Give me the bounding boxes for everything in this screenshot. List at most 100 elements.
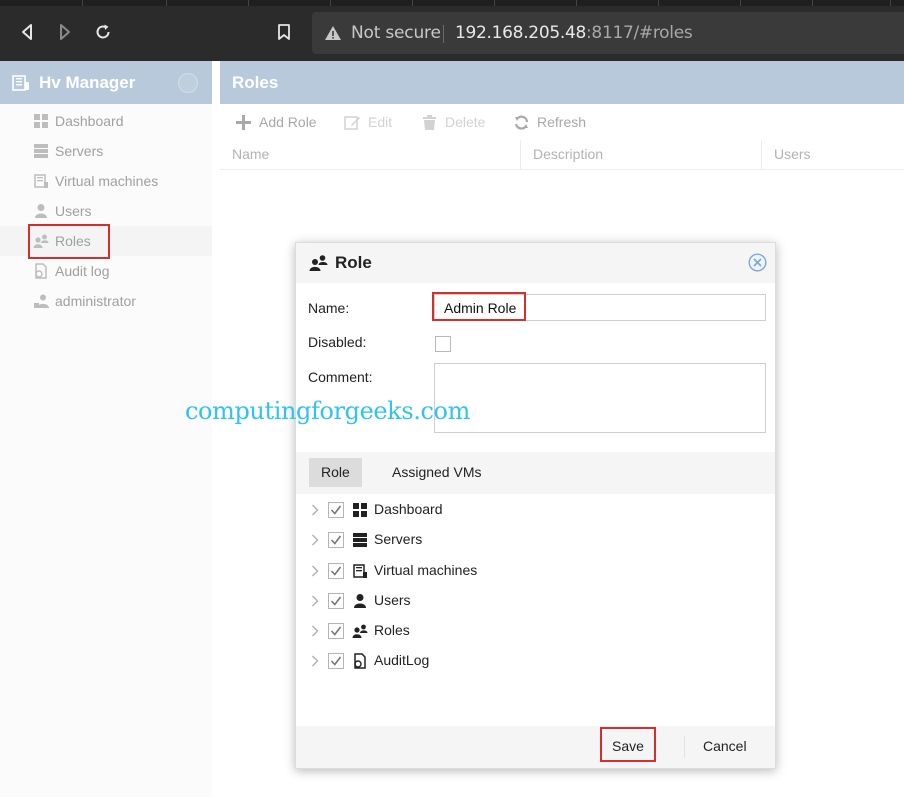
reload-button[interactable]	[91, 20, 115, 44]
sidebar-collapse-toggle[interactable]	[178, 73, 198, 93]
grid-header: Name Description Users	[220, 140, 904, 170]
sidebar-item-label: Roles	[55, 233, 91, 249]
sidebar-item-users[interactable]: Users	[0, 196, 212, 226]
permission-label: Virtual machines	[374, 562, 478, 578]
name-input[interactable]	[434, 294, 766, 321]
security-label: Not secure	[351, 23, 441, 43]
sidebar-item-dashboard[interactable]: Dashboard	[0, 106, 212, 136]
permission-row-dashboard[interactable]: Dashboard	[296, 495, 775, 525]
permission-row-auditlog[interactable]: AuditLog	[296, 646, 775, 676]
permission-label: Roles	[374, 622, 410, 638]
bookmark-icon	[278, 24, 290, 40]
dialog-tab-bar: Role Assigned VMs	[296, 452, 775, 494]
tab-assigned-vms[interactable]: Assigned VMs	[380, 458, 493, 487]
checkmark-icon	[330, 656, 342, 666]
grid-toolbar: Add Role Edit Delete Refresh	[220, 104, 904, 140]
chevron-right-icon[interactable]	[310, 534, 320, 546]
role-dialog: Role Name: Disabled: Comment: Role Assig…	[295, 242, 776, 769]
chevron-right-icon[interactable]	[310, 595, 320, 607]
permission-label: Servers	[374, 531, 423, 547]
save-button[interactable]: Save	[612, 738, 644, 754]
sidebar-item-label: Virtual machines	[55, 173, 159, 189]
permission-checkbox[interactable]	[328, 653, 344, 669]
permission-checkbox[interactable]	[328, 593, 344, 609]
back-button[interactable]	[15, 20, 39, 44]
add-role-button[interactable]: Add Role	[235, 112, 317, 132]
sidebar-item-label: Users	[55, 203, 92, 219]
permission-label: Users	[374, 592, 411, 608]
sidebar-item-audit-log[interactable]: Audit log	[0, 256, 212, 286]
delete-button[interactable]: Delete	[421, 112, 485, 132]
permission-row-users[interactable]: Users	[296, 586, 775, 616]
dashboard-icon	[34, 114, 48, 128]
permission-row-servers[interactable]: Servers	[296, 525, 775, 555]
button-divider	[684, 736, 685, 758]
permission-label: Dashboard	[374, 501, 443, 517]
reload-icon	[96, 24, 110, 39]
user-icon	[35, 204, 47, 218]
sidebar-item-roles[interactable]: Roles	[0, 226, 212, 256]
cancel-button[interactable]: Cancel	[703, 738, 747, 754]
permission-checkbox[interactable]	[328, 563, 344, 579]
permission-checkbox[interactable]	[328, 502, 344, 518]
url-divider	[443, 25, 444, 43]
disabled-checkbox[interactable]	[435, 336, 451, 352]
chevron-right-icon[interactable]	[310, 655, 320, 667]
chevron-right-icon[interactable]	[310, 625, 320, 637]
chevron-right-icon[interactable]	[310, 565, 320, 577]
comment-label: Comment:	[308, 369, 373, 385]
permission-label: AuditLog	[374, 652, 430, 668]
dialog-footer: Save Cancel	[296, 726, 775, 768]
permission-checkbox[interactable]	[328, 532, 344, 548]
server-logo-icon	[12, 75, 29, 91]
column-header-label: Users	[774, 146, 811, 162]
checkmark-icon	[330, 505, 342, 515]
column-header-description[interactable]: Description	[521, 140, 762, 170]
sidebar-item-label: Audit log	[55, 263, 110, 279]
address-bar[interactable]: Not secure 192.168.205.48:8117/#roles	[312, 12, 904, 54]
permission-checkbox[interactable]	[328, 623, 344, 639]
roles-icon	[33, 234, 49, 248]
sidebar-item-label: administrator	[55, 293, 136, 309]
virtual-machines-icon	[353, 564, 367, 578]
sidebar-item-virtual-machines[interactable]: Virtual machines	[0, 166, 212, 196]
sidebar-header: Hv Manager	[0, 61, 212, 104]
dialog-header: Role	[296, 243, 775, 283]
chevron-right-icon[interactable]	[310, 504, 320, 516]
url-path: :8117/#roles	[586, 23, 693, 43]
edit-label: Edit	[368, 114, 393, 130]
column-header-label: Description	[533, 146, 604, 162]
close-icon[interactable]	[748, 253, 767, 272]
edit-icon	[344, 115, 360, 130]
bookmark-button[interactable]	[272, 20, 296, 44]
administrator-icon	[34, 294, 49, 308]
permission-row-roles[interactable]: Roles	[296, 616, 775, 646]
tab-role[interactable]: Role	[309, 458, 362, 487]
servers-icon	[34, 144, 48, 158]
delete-label: Delete	[445, 114, 486, 130]
back-arrow-icon	[22, 24, 32, 40]
forward-button[interactable]	[53, 20, 77, 44]
dialog-title: Role	[335, 253, 372, 272]
browser-toolbar: Not secure 192.168.205.48:8117/#roles	[0, 0, 904, 61]
sidebar-item-administrator[interactable]: administrator	[0, 286, 212, 316]
column-header-name[interactable]: Name	[220, 140, 521, 170]
servers-icon	[353, 533, 367, 547]
main-header: Roles	[220, 61, 904, 104]
page-title: Roles	[232, 73, 279, 92]
checkmark-icon	[330, 535, 342, 545]
permission-row-virtual-machines[interactable]: Virtual machines	[296, 556, 775, 586]
disabled-label: Disabled:	[308, 334, 367, 350]
browser-tab-strip	[0, 0, 904, 6]
refresh-button[interactable]: Refresh	[513, 112, 586, 132]
sidebar-item-servers[interactable]: Servers	[0, 136, 212, 166]
dashboard-icon	[353, 503, 367, 517]
url-text: 192.168.205.48:8117/#roles	[455, 23, 693, 43]
add-role-label: Add Role	[259, 114, 317, 130]
edit-button[interactable]: Edit	[344, 112, 392, 132]
plus-icon	[236, 114, 251, 130]
comment-textarea[interactable]	[434, 363, 766, 433]
audit-log-icon	[35, 263, 47, 279]
roles-icon	[309, 255, 328, 271]
column-header-users[interactable]: Users	[762, 140, 904, 170]
